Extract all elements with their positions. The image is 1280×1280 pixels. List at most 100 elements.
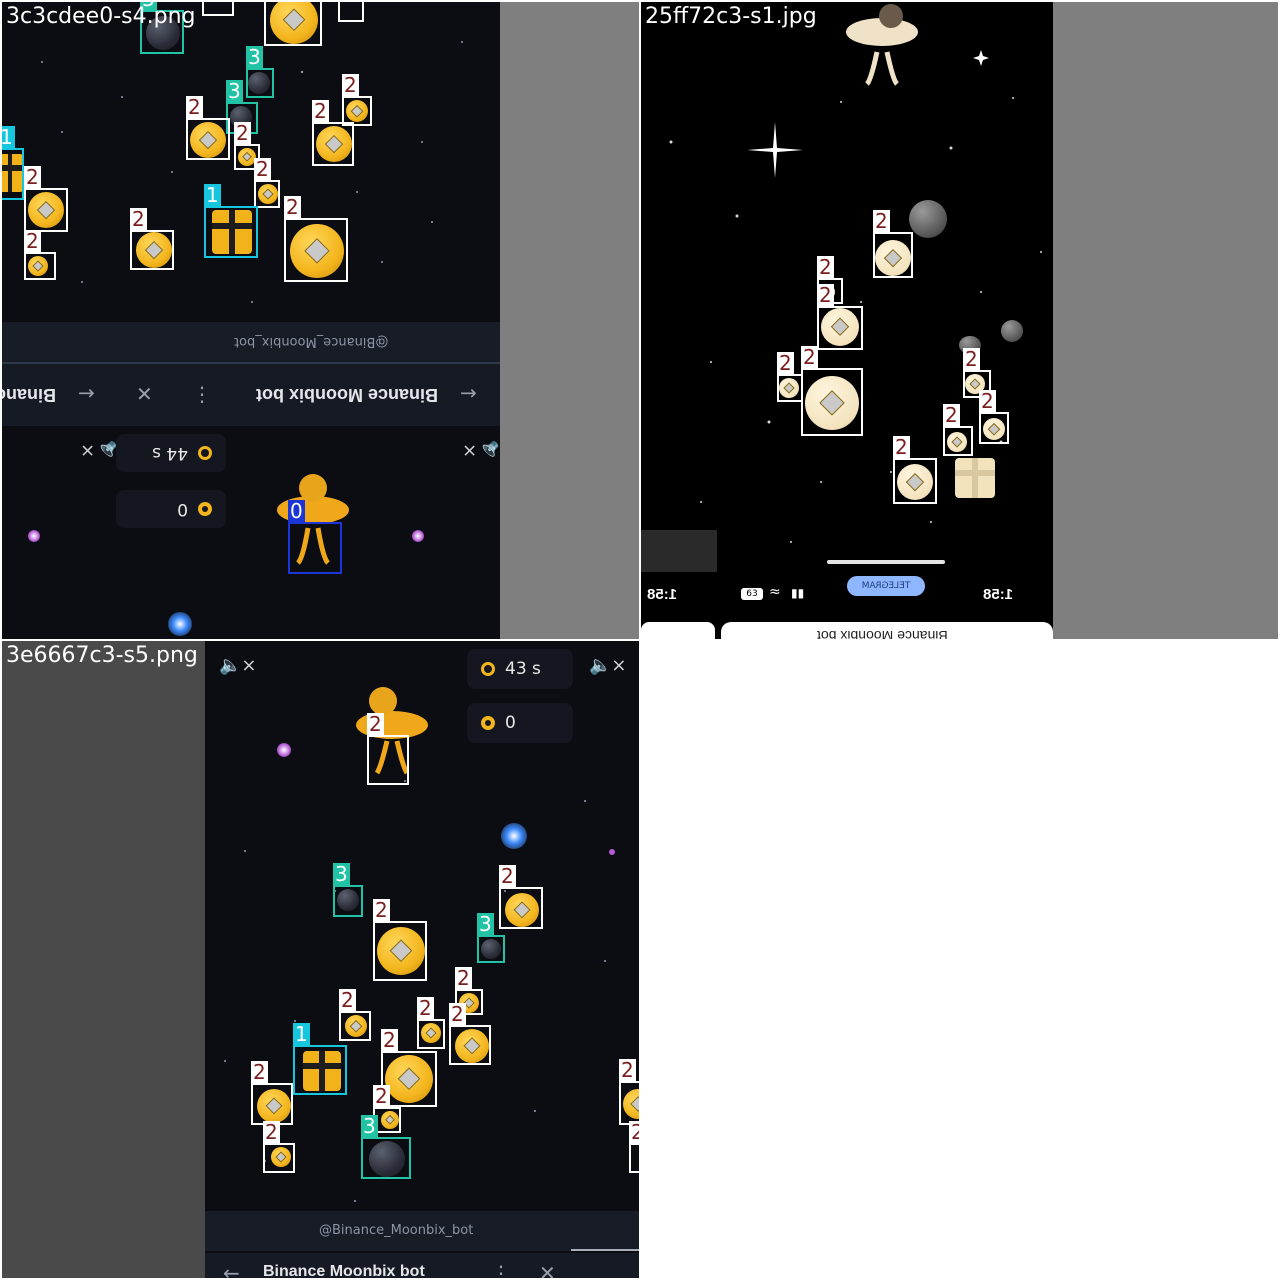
bbox-label: 1	[204, 183, 221, 207]
rocket-claw	[846, 4, 918, 86]
bbox-label: 2	[254, 157, 271, 181]
score-text: 0	[505, 713, 516, 733]
bbox-2: 2	[254, 158, 280, 208]
status-bar: 1:58 63 ≈ ▮▮ TELEGRAM 1:58	[641, 572, 1053, 622]
bbox-label: 3	[226, 79, 243, 103]
sparkle-star	[609, 849, 615, 855]
bbox-2: 2	[777, 352, 803, 402]
bbox-label: 2	[373, 898, 390, 922]
bbox-label: 2	[24, 165, 41, 189]
bbox-3: 3	[246, 46, 274, 98]
mosaic-tile-3: 🔈× 🔈× 43 s 0 @Binance_Moonbix_bot ← Bina…	[2, 641, 639, 1278]
bbox-label: 2	[339, 988, 356, 1012]
bot-handle-bar: @Binance_Moonbix_bot	[2, 322, 500, 362]
bbox-label: 3	[246, 45, 263, 69]
bbox-label: 2	[817, 283, 834, 307]
bbox-1: 1	[204, 184, 258, 258]
home-indicator	[827, 560, 945, 564]
bbox-2: 2	[202, 2, 234, 16]
arrow-icon[interactable]: ←	[223, 1261, 240, 1278]
bbox-label: 2	[417, 996, 434, 1020]
bbox-3: 3	[477, 913, 505, 963]
bbox-label: 2	[943, 403, 960, 427]
wifi-icon: ≈	[769, 584, 781, 600]
timer-pill: 43 s	[467, 649, 573, 689]
sheet-tab	[641, 622, 715, 639]
bbox-2: 2	[619, 1059, 639, 1125]
asteroid	[1001, 320, 1023, 342]
bbox-2: 2	[943, 404, 973, 456]
bbox-2: 2	[312, 100, 354, 166]
bbox-2: 2	[629, 1121, 639, 1173]
close-icon[interactable]: ✕	[136, 382, 153, 406]
divider	[571, 1249, 639, 1251]
bbox-label: 2	[312, 99, 329, 123]
bbox-0: 0	[288, 500, 342, 574]
bottom-sheet: Binance Moonbix bot	[641, 620, 1053, 639]
bbox-label: 2	[381, 1028, 398, 1052]
bbox-2: 2	[263, 1121, 295, 1173]
bbox-2: 2	[979, 390, 1009, 444]
bbox-label: 2	[801, 345, 818, 369]
mute-icon[interactable]: 🔈×	[80, 440, 118, 461]
bbox-2: 2	[801, 346, 863, 436]
bbox-label: 2	[619, 1058, 636, 1082]
bbox-1: 1	[293, 1023, 347, 1095]
score-text: 0	[177, 499, 188, 519]
nav-title: Binance Moonbix bot	[263, 1263, 425, 1278]
more-icon[interactable]: ⋮	[491, 1261, 511, 1278]
bbox-2: 2	[893, 436, 937, 504]
battery-icon: 63	[741, 588, 763, 600]
bbox-1: 1	[2, 126, 24, 200]
status-time: 1:58	[983, 586, 1014, 603]
file-label: 3c3cdee0-s4.png	[6, 4, 196, 29]
bbox-2: 2	[817, 284, 863, 350]
gift-box	[955, 458, 995, 498]
mute-icon[interactable]: 🔈×	[219, 655, 257, 676]
bbox-label: 2	[342, 73, 359, 97]
sheet-panel: Binance Moonbix bot	[721, 622, 1053, 639]
bbox-label: 1	[2, 126, 15, 148]
bot-handle-text: @Binance_Moonbix_bot	[234, 334, 389, 349]
game-area: 2 2 2 2 2 2 2 2 2	[641, 2, 1053, 572]
asteroid	[909, 200, 947, 238]
bbox-label: 2	[499, 864, 516, 888]
status-time: 1:58	[647, 586, 678, 603]
nav-title: Binance Moonbix bot	[256, 385, 438, 405]
bbox-2: 2	[499, 865, 543, 929]
more-icon[interactable]: ⋮	[192, 382, 212, 406]
bbox-2: 2	[338, 2, 364, 22]
mute-icon[interactable]: 🔈×	[589, 655, 627, 676]
file-label: 3e6667c3-s5.png	[6, 643, 198, 668]
mute-icon[interactable]: 🔈×	[462, 440, 500, 461]
telegram-pill[interactable]: TELEGRAM	[847, 576, 925, 596]
game-area: 🔈× 🔈× 43 s 0 @Binance_Moonbix_bot ← Bina…	[205, 641, 639, 1278]
bbox-label: 2	[979, 389, 996, 413]
bbox-label: 2	[234, 121, 251, 145]
bbox-2: 2	[373, 899, 427, 981]
bbox-label: 3	[333, 862, 350, 886]
arrow-icon[interactable]: ←	[78, 382, 95, 406]
bbox-2: 2	[367, 713, 409, 785]
bbox-label: 2	[263, 1120, 280, 1144]
bbox-label: 2	[373, 1084, 390, 1108]
mosaic-tile-2: 2 2 2 2 2 2 2 2 2 1:58 63 ≈ ▮▮ TELEGRAM …	[641, 2, 1278, 639]
bbox-label: 2	[251, 1060, 268, 1084]
mosaic-tile-1: @Binance_Moonbix_bot ← Binance Moonbix b…	[2, 2, 639, 639]
bbox-label: 3	[361, 1114, 378, 1138]
bbox-3: 3	[361, 1115, 411, 1179]
bbox-2: 2	[186, 96, 230, 160]
bbox-label: 2	[893, 435, 910, 459]
sparkle-star	[412, 530, 424, 542]
arrow-icon[interactable]: ←	[460, 382, 477, 406]
score-pill: 0	[467, 703, 573, 743]
timer-icon	[198, 446, 212, 460]
coin-icon	[481, 716, 495, 730]
bbox-label: 0	[288, 499, 305, 523]
bot-handle-bar: @Binance_Moonbix_bot	[205, 1211, 639, 1251]
bbox-label: 2	[367, 712, 384, 736]
bbox-label: 1	[293, 1022, 310, 1046]
coin-icon	[198, 502, 212, 516]
sparkle-star	[28, 530, 40, 542]
close-icon[interactable]: ✕	[539, 1261, 556, 1278]
